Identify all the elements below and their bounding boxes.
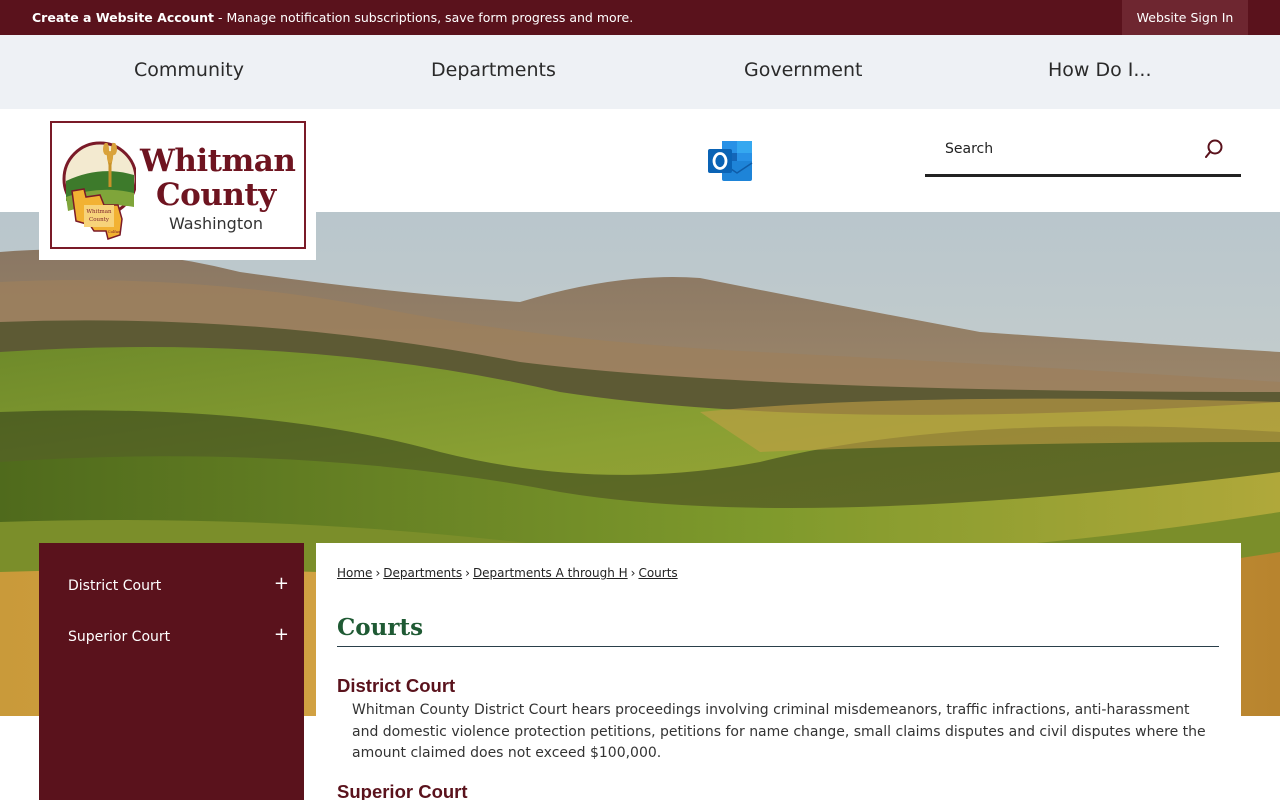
emblem-text-3: Colfax — [108, 229, 122, 234]
logo-frame: Whitman County Colfax Whitman County Was… — [50, 121, 306, 249]
logo-text-whitman: Whitman — [140, 143, 296, 179]
sidebar-item-label: Superior Court — [68, 629, 171, 645]
breadcrumb-departments-a-h[interactable]: Departments A through H — [473, 566, 628, 580]
breadcrumb-separator: › — [375, 566, 381, 580]
breadcrumb-home[interactable]: Home — [337, 566, 372, 580]
create-account-link[interactable]: Create a Website Account — [32, 10, 214, 25]
nav-departments[interactable]: Departments — [431, 59, 556, 81]
site-logo[interactable]: Whitman County Colfax Whitman County Was… — [39, 109, 316, 260]
expand-icon[interactable]: + — [274, 573, 289, 594]
main-content: Home › Departments › Departments A through H… — [316, 543, 1241, 800]
nav-how-do-i[interactable]: How Do I... — [1048, 59, 1152, 81]
title-divider — [337, 646, 1219, 647]
sidebar-item-label: District Court — [68, 578, 162, 594]
emblem-text-2: County — [89, 217, 110, 223]
emblem-text-1: Whitman — [86, 209, 112, 215]
nav-government[interactable]: Government — [744, 59, 863, 81]
breadcrumb: Home › Departments › Departments A through H… — [337, 566, 678, 580]
sign-in-button[interactable]: Website Sign In — [1122, 0, 1248, 35]
search-input[interactable] — [945, 138, 1195, 160]
logo-text-washington: Washington — [169, 214, 264, 233]
nav-community[interactable]: Community — [134, 59, 244, 81]
expand-icon[interactable]: + — [274, 624, 289, 645]
breadcrumb-separator: › — [465, 566, 470, 580]
section-heading-district-court: District Court — [337, 675, 456, 696]
logo-text-county: County — [156, 177, 276, 213]
search-icon[interactable] — [1205, 138, 1227, 160]
breadcrumb-separator: › — [630, 566, 636, 580]
account-bar: Create a Website Account - Manage notifi… — [0, 0, 1280, 35]
search-box — [925, 126, 1241, 177]
section-body-district-court: Whitman County District Court hears proc… — [352, 702, 1206, 761]
account-message: Create a Website Account - Manage notifi… — [32, 10, 633, 25]
breadcrumb-courts[interactable]: Courts — [638, 566, 677, 580]
main-nav: Community Departments Government How Do … — [0, 35, 1280, 109]
county-emblem-icon: Whitman County Colfax — [62, 141, 136, 240]
side-nav: District Court + Superior Court + — [39, 543, 304, 800]
account-message-text: - Manage notification subscriptions, sav… — [214, 10, 634, 25]
section-heading-superior-court: Superior Court — [337, 781, 468, 800]
page-title: Courts — [337, 614, 424, 641]
outlook-icon[interactable] — [706, 137, 754, 183]
breadcrumb-departments[interactable]: Departments — [383, 566, 462, 580]
sidebar-item-district-court[interactable]: District Court + — [39, 569, 304, 609]
sidebar-item-superior-court[interactable]: Superior Court + — [39, 620, 304, 660]
